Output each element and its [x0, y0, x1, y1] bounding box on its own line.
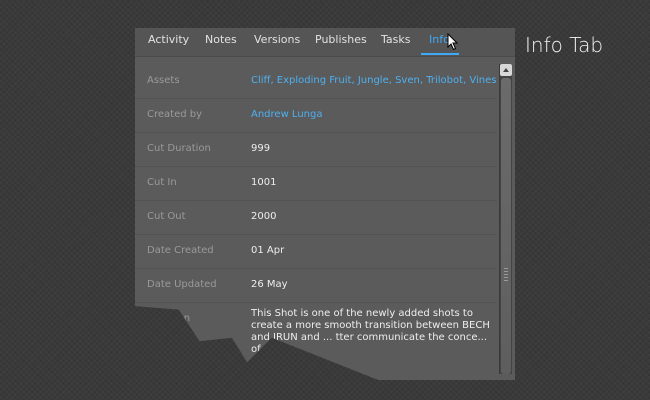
active-tab-indicator — [421, 53, 459, 55]
field-row-created-by: Created by Andrew Lunga — [135, 99, 497, 133]
assets-value: Cliff, Exploding Fruit, Jungle, Sven, Tr… — [251, 75, 497, 86]
vertical-scrollbar[interactable] — [499, 64, 512, 374]
field-row-description: scription This Shot is one of the newly … — [135, 303, 497, 363]
cut-duration-value: 999 — [251, 143, 271, 154]
scroll-up-arrow-icon[interactable] — [500, 64, 512, 76]
field-row-date-updated: Date Updated 26 May — [135, 269, 497, 303]
asset-link[interactable]: Cliff — [251, 75, 270, 86]
tab-tasks[interactable]: Tasks — [381, 33, 410, 46]
description-label: scription — [147, 313, 191, 324]
cut-in-label: Cut In — [147, 177, 177, 188]
date-created-label: Date Created — [147, 245, 214, 256]
scrollbar-grip-icon — [504, 268, 508, 282]
date-updated-label: Date Updated — [147, 279, 217, 290]
field-row-cut-in: Cut In 1001 — [135, 167, 497, 201]
info-fields: Assets Cliff, Exploding Fruit, Jungle, S… — [135, 65, 497, 363]
date-created-value: 01 Apr — [251, 245, 285, 256]
created-by-link[interactable]: Andrew Lunga — [251, 109, 322, 120]
description-value: This Shot is one of the newly added shot… — [251, 308, 490, 355]
mouse-pointer-icon — [447, 33, 459, 51]
asset-link[interactable]: Sven — [395, 75, 420, 86]
date-updated-value: 26 May — [251, 279, 288, 290]
asset-link[interactable]: Jungle — [358, 75, 389, 86]
asset-link[interactable]: Vines — [469, 75, 496, 86]
field-row-cut-duration: Cut Duration 999 — [135, 133, 497, 167]
cut-in-value: 1001 — [251, 177, 277, 188]
field-row-date-created: Date Created 01 Apr — [135, 235, 497, 269]
cut-out-value: 2000 — [251, 211, 277, 222]
tab-notes[interactable]: Notes — [205, 33, 237, 46]
field-row-assets: Assets Cliff, Exploding Fruit, Jungle, S… — [135, 65, 497, 99]
cut-duration-label: Cut Duration — [147, 143, 211, 154]
tab-publishes[interactable]: Publishes — [315, 33, 367, 46]
scrollbar-thumb[interactable] — [501, 78, 511, 374]
tab-versions[interactable]: Versions — [254, 33, 300, 46]
asset-link[interactable]: Exploding Fruit — [277, 75, 352, 86]
assets-label: Assets — [147, 75, 180, 86]
tab-bar: Activity Notes Versions Publishes Tasks … — [135, 28, 515, 57]
created-by-label: Created by — [147, 109, 203, 120]
cut-out-label: Cut Out — [147, 211, 186, 222]
asset-link[interactable]: Trilobot — [426, 75, 463, 86]
info-panel: Activity Notes Versions Publishes Tasks … — [135, 28, 515, 380]
field-row-cut-out: Cut Out 2000 — [135, 201, 497, 235]
info-tab-annotation: Info Tab — [525, 33, 604, 57]
tab-activity[interactable]: Activity — [148, 33, 189, 46]
